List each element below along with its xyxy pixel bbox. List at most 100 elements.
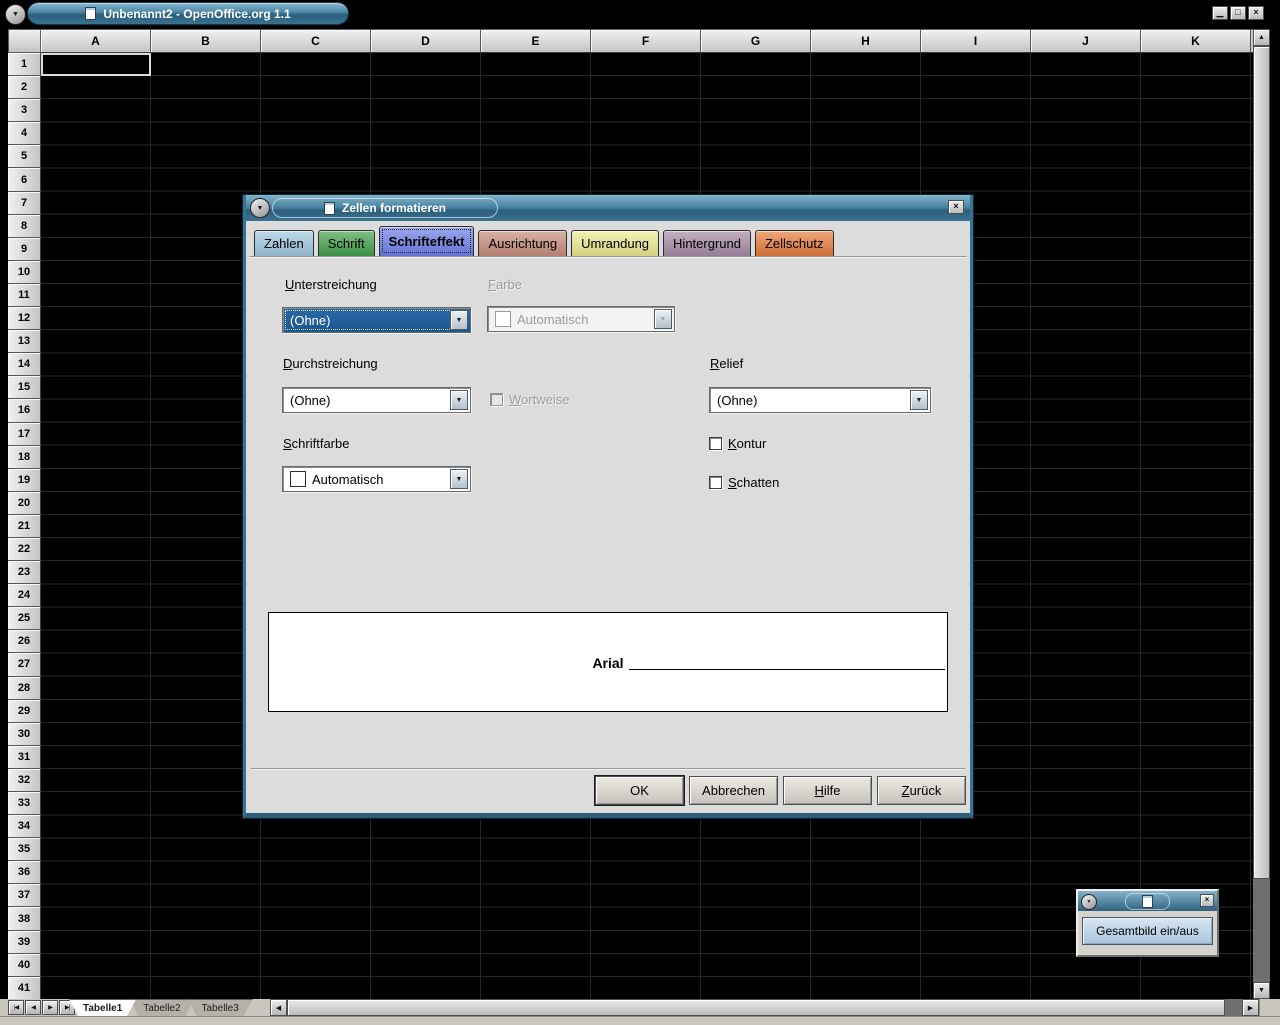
row-header[interactable]: 34 (8, 815, 41, 838)
dropdown-arrow-icon[interactable]: ▼ (910, 390, 928, 410)
row-header[interactable]: 16 (8, 399, 41, 422)
scroll-left-button[interactable]: ◀ (270, 999, 287, 1016)
horizontal-scrollbar[interactable]: ◀ ▶ (270, 999, 1259, 1016)
gesamtbild-toggle-button[interactable]: Gesamtbild ein/aus (1082, 917, 1213, 945)
row-header[interactable]: 33 (8, 792, 41, 815)
select-all-corner[interactable] (8, 29, 41, 53)
sheet-tab[interactable]: Tabelle1 (69, 999, 136, 1016)
scroll-right-button[interactable]: ▶ (1242, 999, 1259, 1016)
column-header[interactable]: B (151, 30, 261, 52)
row-header[interactable]: 9 (8, 238, 41, 261)
column-header[interactable]: D (371, 30, 481, 52)
row-header[interactable]: 38 (8, 907, 41, 930)
checkbox-box[interactable] (709, 437, 722, 450)
shadow-checkbox[interactable]: Schatten (709, 475, 779, 490)
row-header[interactable]: 41 (8, 977, 41, 1000)
sheet-nav-button[interactable]: ▶ (42, 1000, 58, 1015)
row-header[interactable]: 40 (8, 954, 41, 977)
row-header[interactable]: 36 (8, 861, 41, 884)
checkbox-box[interactable] (709, 476, 722, 489)
row-header[interactable]: 21 (8, 515, 41, 538)
row-header[interactable]: 13 (8, 330, 41, 353)
dialog-tab[interactable]: Umrandung (571, 230, 659, 256)
row-header[interactable]: 30 (8, 723, 41, 746)
row-header[interactable]: 29 (8, 700, 41, 723)
dialog-tab[interactable]: Schrift (318, 230, 375, 256)
row-header[interactable]: 22 (8, 538, 41, 561)
close-button[interactable]: × (1248, 6, 1264, 20)
dropdown-arrow-icon[interactable]: ▼ (450, 390, 468, 410)
row-header[interactable]: 28 (8, 677, 41, 700)
scroll-up-button[interactable]: ▲ (1253, 29, 1270, 46)
column-header[interactable]: H (811, 30, 921, 52)
row-header[interactable]: 6 (8, 168, 41, 191)
minimize-button[interactable]: ▁ (1212, 6, 1228, 20)
row-header[interactable]: 35 (8, 838, 41, 861)
vertical-scroll-thumb[interactable] (1253, 46, 1270, 879)
column-header[interactable]: J (1031, 30, 1141, 52)
column-header[interactable]: I (921, 30, 1031, 52)
row-header[interactable]: 20 (8, 492, 41, 515)
selected-cell-a1[interactable] (41, 53, 151, 76)
resize-corner[interactable] (1259, 999, 1280, 1016)
font-color-dropdown[interactable]: Automatisch ▼ (282, 466, 471, 492)
row-header[interactable]: 37 (8, 884, 41, 907)
dialog-tab[interactable]: Ausrichtung (478, 230, 567, 256)
window-shade-button[interactable]: ▼ (5, 4, 26, 25)
scroll-down-button[interactable]: ▼ (1253, 982, 1270, 999)
underline-dropdown[interactable]: (Ohne) ▼ (282, 307, 471, 333)
column-header[interactable]: E (481, 30, 591, 52)
column-header[interactable]: G (701, 30, 811, 52)
dialog-tab[interactable]: Zellschutz (755, 230, 834, 256)
row-header[interactable]: 15 (8, 376, 41, 399)
dialog-tab[interactable]: Schrifteffekt (379, 226, 475, 256)
navigator-close-button[interactable]: × (1200, 894, 1214, 907)
row-header[interactable]: 5 (8, 145, 41, 168)
sheet-tab[interactable]: Tabelle3 (188, 999, 253, 1016)
dialog-shade-button[interactable]: ▼ (250, 198, 270, 218)
row-header[interactable]: 24 (8, 584, 41, 607)
horizontal-scroll-thumb[interactable] (287, 999, 1225, 1016)
column-header[interactable]: K (1141, 30, 1251, 52)
row-header[interactable]: 7 (8, 192, 41, 215)
row-header[interactable]: 14 (8, 353, 41, 376)
sheet-nav-button[interactable]: ◀ (25, 1000, 41, 1015)
row-header[interactable]: 25 (8, 607, 41, 630)
row-header[interactable]: 26 (8, 630, 41, 653)
dialog-button[interactable]: Abbrechen (689, 776, 778, 805)
row-header[interactable]: 39 (8, 931, 41, 954)
row-header[interactable]: 17 (8, 423, 41, 446)
window-title-pill[interactable]: Unbenannt2 - OpenOffice.org 1.1 (27, 2, 349, 25)
outline-checkbox[interactable]: Kontur (709, 436, 766, 451)
column-header[interactable]: A (41, 30, 151, 52)
dialog-tab[interactable]: Hintergrund (663, 230, 751, 256)
maximize-button[interactable]: □ (1230, 6, 1246, 20)
row-header[interactable]: 19 (8, 469, 41, 492)
sheet-tab[interactable]: Tabelle2 (129, 999, 194, 1016)
column-header[interactable]: C (261, 30, 371, 52)
dialog-tab[interactable]: Zahlen (254, 230, 314, 256)
dialog-button[interactable]: OK (595, 776, 684, 805)
row-header[interactable]: 31 (8, 746, 41, 769)
column-header[interactable]: F (591, 30, 701, 52)
dialog-close-button[interactable]: × (948, 200, 964, 214)
sheet-nav-button[interactable]: |◀ (8, 1000, 24, 1015)
row-header[interactable]: 32 (8, 769, 41, 792)
row-header[interactable]: 2 (8, 76, 41, 99)
row-header[interactable]: 12 (8, 307, 41, 330)
row-header[interactable]: 11 (8, 284, 41, 307)
row-header[interactable]: 27 (8, 653, 41, 676)
strikethrough-dropdown[interactable]: (Ohne) ▼ (282, 387, 471, 413)
dropdown-arrow-icon[interactable]: ▼ (450, 310, 468, 330)
dropdown-arrow-icon[interactable]: ▼ (450, 469, 468, 489)
dialog-button[interactable]: Hilfe (783, 776, 872, 805)
row-header[interactable]: 23 (8, 561, 41, 584)
row-header[interactable]: 10 (8, 261, 41, 284)
row-header[interactable]: 4 (8, 122, 41, 145)
row-header[interactable]: 8 (8, 215, 41, 238)
row-header[interactable]: 18 (8, 446, 41, 469)
row-header[interactable]: 3 (8, 99, 41, 122)
row-header[interactable]: 1 (8, 53, 41, 76)
dialog-button[interactable]: Zurück (877, 776, 966, 805)
relief-dropdown[interactable]: (Ohne) ▼ (709, 387, 931, 413)
